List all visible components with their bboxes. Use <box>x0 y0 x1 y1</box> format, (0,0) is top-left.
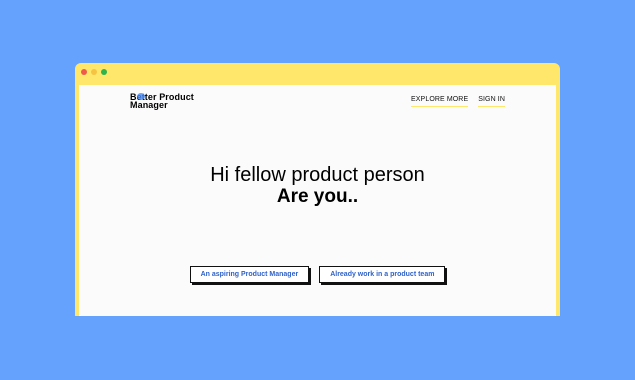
minimize-dot-icon[interactable] <box>91 69 97 75</box>
cta-buttons: An aspiring Product Manager Already work… <box>79 266 556 283</box>
zoom-dot-icon[interactable] <box>101 69 107 75</box>
page-content: Better Product Manager EXPLORE MORE SIGN… <box>79 85 556 316</box>
hero-subtitle: Are you.. <box>276 186 359 207</box>
hero-title: Hi fellow product person <box>210 164 425 186</box>
hero: Hi fellow product person Are you.. <box>79 164 556 208</box>
logo-line-2: Manager <box>130 100 168 110</box>
site-logo[interactable]: Better Product Manager <box>130 93 210 110</box>
nav-sign-in-link[interactable]: SIGN IN <box>478 96 505 107</box>
product-team-button[interactable]: Already work in a product team <box>319 266 446 283</box>
nav-explore-more-link[interactable]: EXPLORE MORE <box>411 96 469 107</box>
window-controls <box>81 69 107 75</box>
top-nav: EXPLORE MORE SIGN IN <box>411 96 505 107</box>
browser-window: Better Product Manager EXPLORE MORE SIGN… <box>75 63 560 316</box>
close-dot-icon[interactable] <box>81 69 87 75</box>
aspiring-pm-button[interactable]: An aspiring Product Manager <box>189 266 310 283</box>
logo-mark-icon <box>137 93 145 100</box>
